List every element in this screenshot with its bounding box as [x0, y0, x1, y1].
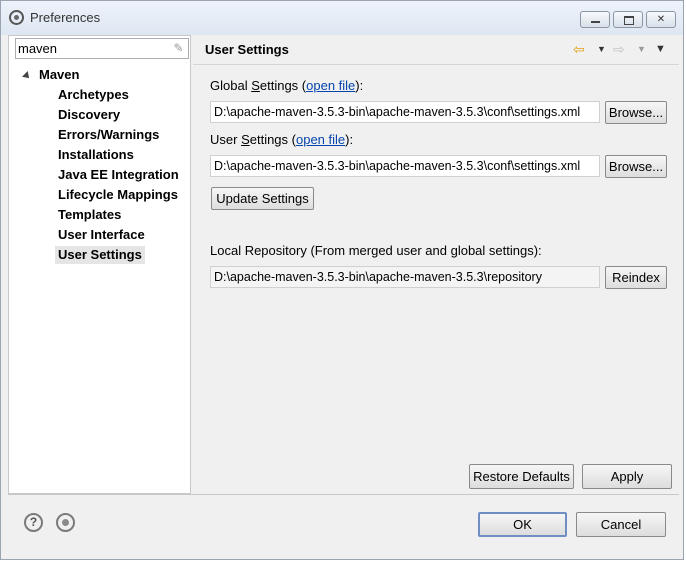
tree-item-java-ee-integration[interactable]: Java EE Integration	[55, 166, 182, 184]
tree-node-label: Maven	[39, 67, 80, 82]
ok-button[interactable]: OK	[478, 512, 567, 537]
close-button[interactable]: ✕	[646, 11, 676, 28]
record-dot	[62, 519, 69, 526]
preferences-window: Preferences ✕ ✎ Maven Archetypes Discove…	[0, 0, 684, 560]
tree-item-discovery[interactable]: Discovery	[55, 106, 123, 124]
close-icon: ✕	[656, 14, 666, 25]
filter-input[interactable]	[18, 40, 163, 57]
view-menu-icon[interactable]: ▼	[655, 41, 666, 57]
record-macro-icon[interactable]	[56, 513, 75, 532]
tree-item-lifecycle-mappings[interactable]: Lifecycle Mappings	[55, 186, 181, 204]
global-settings-field[interactable]: D:\apache-maven-3.5.3-bin\apache-maven-3…	[210, 101, 600, 123]
cancel-button[interactable]: Cancel	[576, 512, 666, 537]
header-separator	[193, 64, 679, 65]
tree-item-installations[interactable]: Installations	[55, 146, 137, 164]
window-title: Preferences	[30, 10, 101, 25]
user-browse-button[interactable]: Browse...	[605, 155, 667, 178]
user-settings-label: User Settings (open file):	[210, 132, 354, 147]
page-title: User Settings	[205, 42, 289, 57]
forward-dropdown-icon[interactable]: ▼	[637, 41, 646, 57]
tree-item-templates[interactable]: Templates	[55, 206, 124, 224]
update-settings-button[interactable]: Update Settings	[211, 187, 314, 210]
apply-button[interactable]: Apply	[582, 464, 672, 489]
filter-box: ✎	[15, 38, 189, 59]
back-arrow-icon[interactable]: ⇦	[573, 41, 585, 57]
eclipse-app-icon	[9, 10, 24, 25]
footer-separator	[8, 494, 679, 495]
tree-item-user-interface[interactable]: User Interface	[55, 226, 148, 244]
restore-defaults-button[interactable]: Restore Defaults	[469, 464, 574, 489]
local-repository-field[interactable]: D:\apache-maven-3.5.3-bin\apache-maven-3…	[210, 266, 600, 288]
help-icon[interactable]: ?	[24, 513, 43, 532]
user-settings-field[interactable]: D:\apache-maven-3.5.3-bin\apache-maven-3…	[210, 155, 600, 177]
preference-tree-pane: ✎ Maven Archetypes Discovery Errors/Warn…	[8, 35, 191, 494]
user-open-file-link[interactable]: open file	[296, 132, 345, 147]
minimize-button[interactable]	[580, 11, 610, 28]
expand-caret-icon[interactable]	[22, 70, 32, 81]
tree-item-archetypes[interactable]: Archetypes	[55, 86, 132, 104]
maximize-button[interactable]	[613, 11, 643, 28]
forward-arrow-icon[interactable]: ⇨	[613, 41, 625, 57]
tree-item-errors-warnings[interactable]: Errors/Warnings	[55, 126, 162, 144]
back-dropdown-icon[interactable]: ▼	[597, 41, 606, 57]
settings-page: User Settings ⇦ ▼ ⇨ ▼ ▼ Global Settings …	[193, 35, 679, 494]
tree-item-user-settings[interactable]: User Settings	[55, 246, 145, 264]
global-browse-button[interactable]: Browse...	[605, 101, 667, 124]
clear-filter-icon[interactable]: ✎	[172, 42, 185, 55]
tree-node-maven[interactable]: Maven	[22, 66, 80, 84]
global-open-file-link[interactable]: open file	[306, 78, 355, 93]
local-repository-label: Local Repository (From merged user and g…	[210, 243, 542, 258]
reindex-button[interactable]: Reindex	[605, 266, 667, 289]
title-bar: Preferences ✕	[1, 1, 683, 35]
global-settings-label: Global Settings (open file):	[210, 78, 364, 93]
